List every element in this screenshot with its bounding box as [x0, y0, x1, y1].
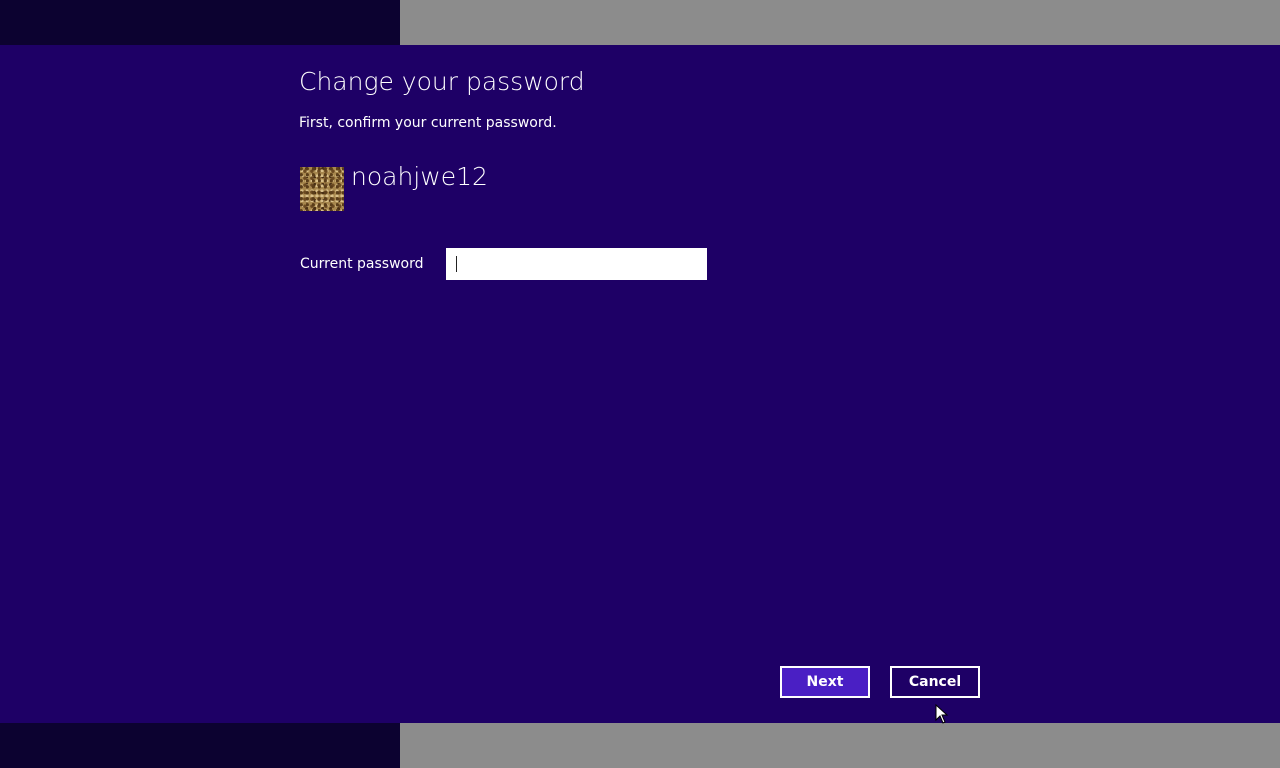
page-title: Change your password	[299, 67, 585, 96]
user-avatar	[300, 167, 344, 211]
mouse-pointer-icon	[935, 704, 949, 724]
cancel-button[interactable]: Cancel	[890, 666, 980, 698]
next-button[interactable]: Next	[780, 666, 870, 698]
text-caret	[456, 256, 457, 272]
bottom-strip-dark	[0, 723, 400, 768]
page-subtitle: First, confirm your current password.	[299, 115, 557, 131]
bottom-strip-background	[400, 723, 1280, 768]
current-password-label: Current password	[300, 256, 424, 272]
change-password-dialog: Change your password First, confirm your…	[0, 45, 1280, 723]
top-strip-dark	[0, 0, 400, 45]
current-password-input[interactable]	[446, 248, 707, 280]
username-label: noahjwe12	[351, 162, 488, 191]
top-strip-background	[400, 0, 1280, 45]
